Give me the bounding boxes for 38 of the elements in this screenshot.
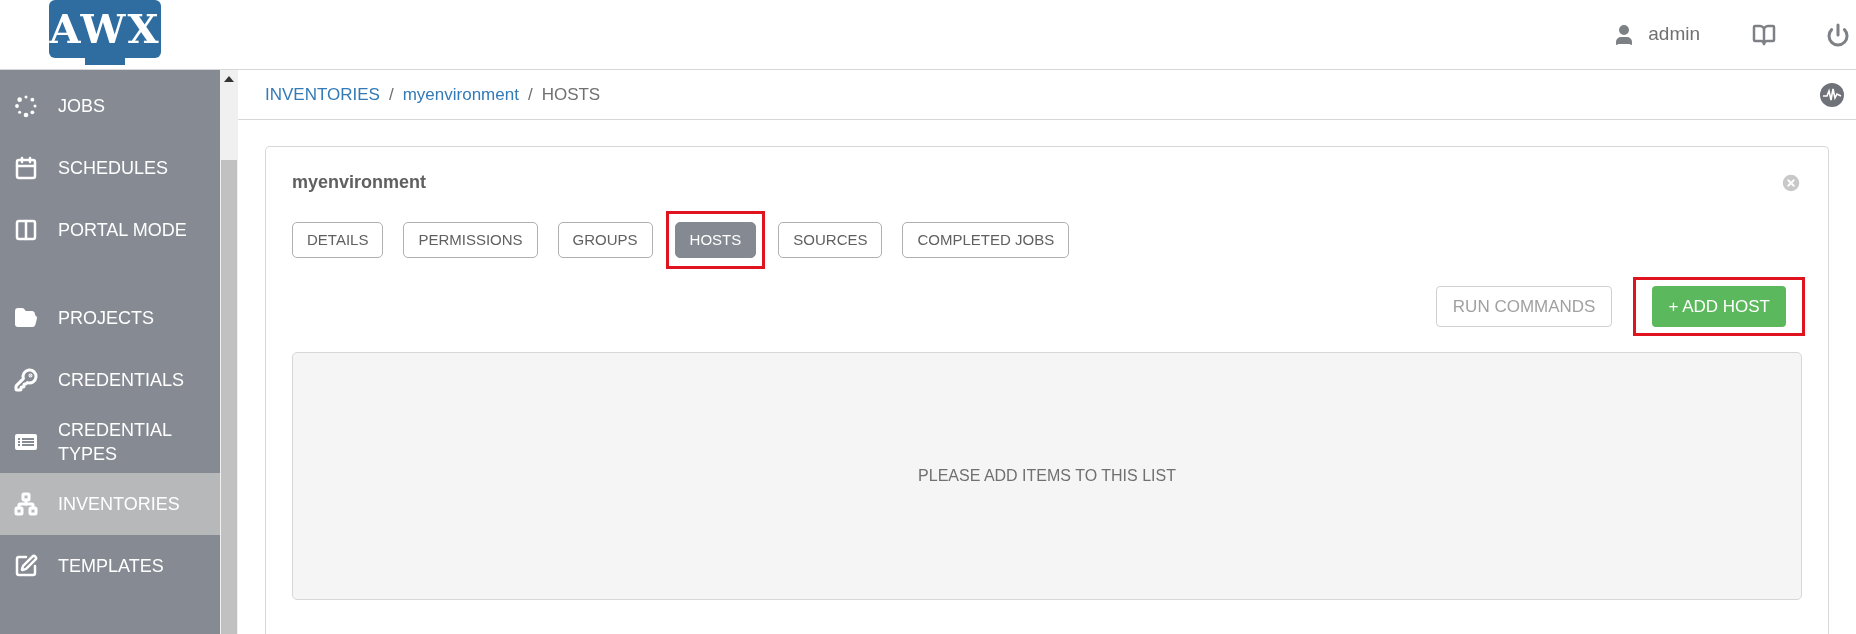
sidebar-item[interactable]: CREDENTIAL TYPES [0,411,220,473]
tab[interactable]: PERMISSIONS [403,222,538,258]
tab[interactable]: DETAILS [292,222,384,258]
folder-icon [14,306,38,330]
tab[interactable]: COMPLETED JOBS [902,222,1070,258]
logo: AWX [48,0,162,66]
columns-icon [14,218,38,242]
sidebar-item[interactable]: CREDENTIALS [0,349,220,411]
breadcrumb-separator: / [527,83,533,106]
activity-icon[interactable] [1820,82,1844,107]
card-title: myenvironment [292,171,427,194]
tab[interactable]: HOSTS [674,222,757,258]
add-host-button[interactable]: + ADD HOST [1652,286,1786,327]
breadcrumb-link[interactable]: INVENTORIES [265,81,380,108]
scroll-up-icon[interactable] [224,76,234,82]
breadcrumb-current: HOSTS [541,83,601,106]
sidebar-item[interactable]: INVENTORIES [0,473,220,535]
breadcrumb-separator: / [388,83,394,106]
list-card-icon [14,432,38,452]
key-icon [14,368,38,392]
calendar-icon [14,156,38,180]
sidebar-item[interactable]: PROJECTS [0,287,220,349]
sitemap-icon [14,492,38,516]
sidebar-item[interactable]: JOBS [0,75,220,137]
power-icon[interactable] [1826,22,1850,47]
sidebar-item[interactable]: PORTAL MODE [0,199,220,261]
sidebar-item[interactable]: TEMPLATES [0,535,220,597]
breadcrumb-link[interactable]: myenvironment [402,81,519,108]
book-icon[interactable] [1752,22,1776,47]
scrollbar[interactable] [220,70,238,634]
dotted-circle-icon [14,94,38,118]
tab[interactable]: GROUPS [557,222,653,258]
tab[interactable]: SOURCES [778,222,883,258]
run-commands-button[interactable]: RUN COMMANDS [1435,286,1613,327]
sidebar-item[interactable]: SCHEDULES [0,137,220,199]
edit-icon [14,554,38,578]
username-link[interactable]: admin [1648,20,1700,49]
empty-list-message: PLEASE ADD ITEMS TO THIS LIST [918,466,1176,486]
